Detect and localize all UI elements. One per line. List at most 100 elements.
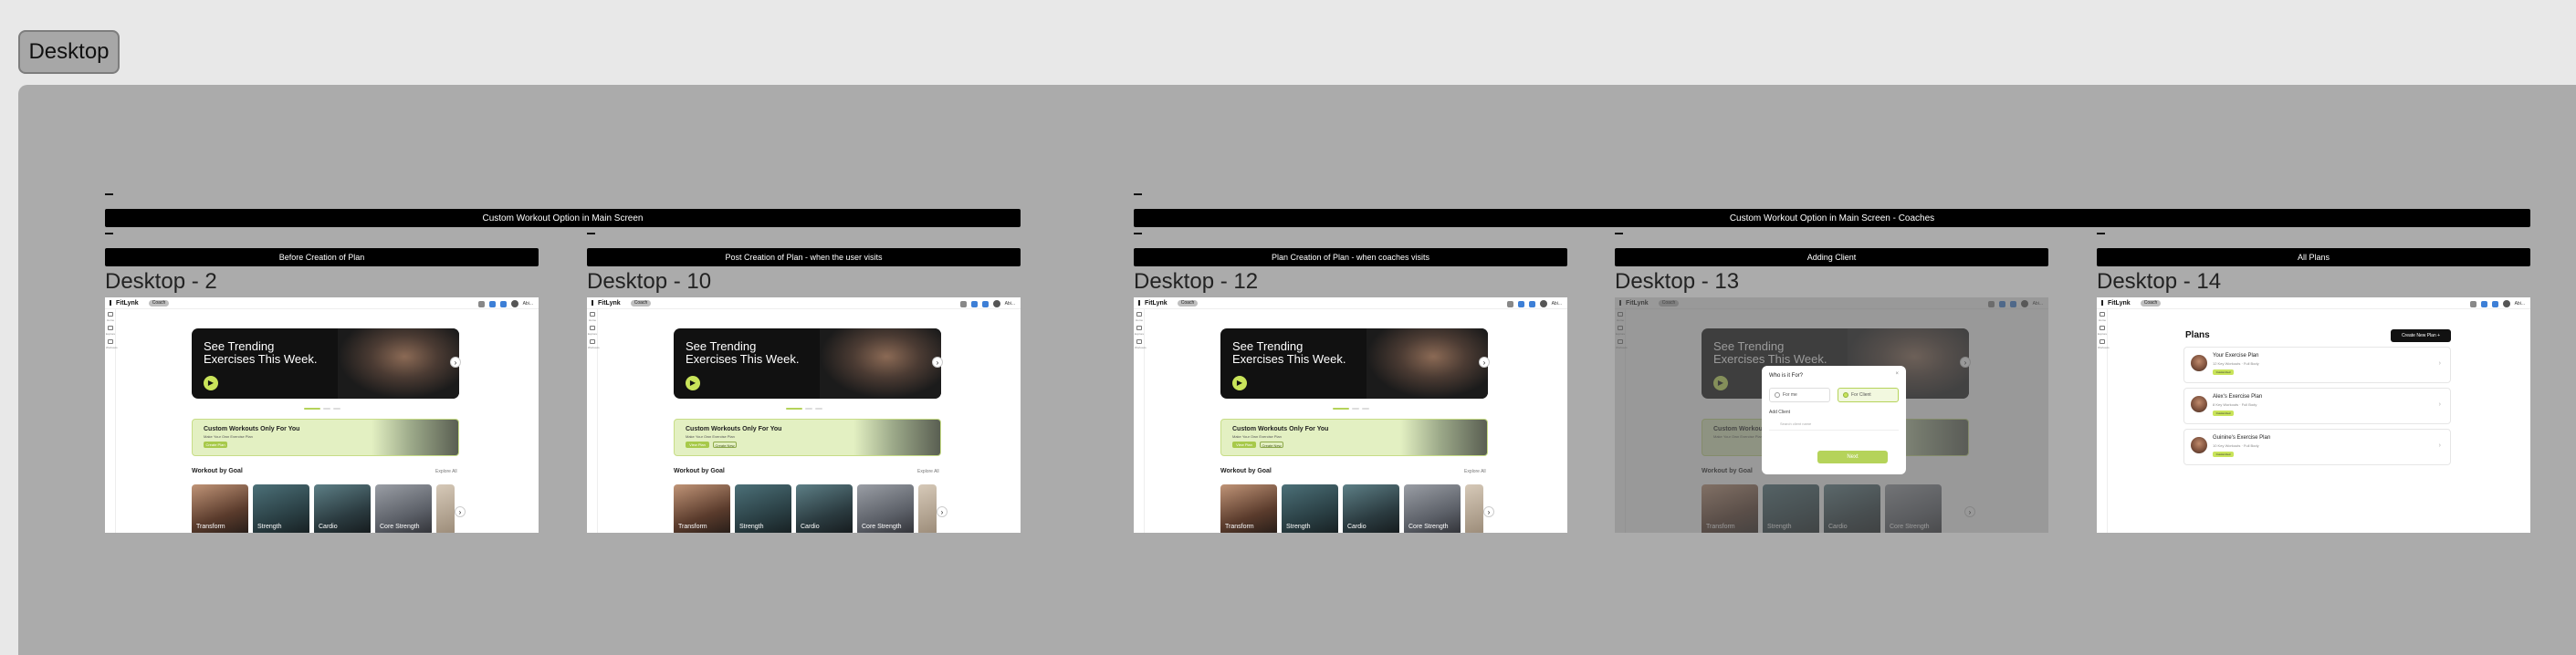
- option-for-client[interactable]: For Client: [1838, 388, 1899, 402]
- home-icon[interactable]: [1136, 312, 1142, 317]
- chat-icon[interactable]: [1517, 300, 1524, 307]
- app-logo[interactable]: FitLynk: [2101, 300, 2131, 307]
- coach-pill[interactable]: Coach: [1178, 300, 1198, 307]
- home-icon[interactable]: [108, 312, 113, 317]
- explore-all-link[interactable]: Explore All: [1464, 469, 1486, 474]
- carousel-dot[interactable]: [1352, 408, 1359, 410]
- chevron-right-icon[interactable]: ›: [937, 506, 948, 517]
- bell-icon[interactable]: [2469, 300, 2477, 307]
- app-logo[interactable]: FitLynk: [110, 300, 139, 307]
- chevron-right-icon[interactable]: ›: [455, 506, 466, 517]
- bell-icon[interactable]: [477, 300, 485, 307]
- dumbbell-icon[interactable]: [590, 339, 595, 344]
- bell-icon[interactable]: [959, 300, 967, 307]
- explore-all-link[interactable]: Explore All: [435, 469, 457, 474]
- plan-card[interactable]: Guinine's Exercise Plan 10 Key Workouts …: [2183, 429, 2451, 465]
- hero-banner[interactable]: See Trending Exercises This Week. ▶: [1220, 328, 1488, 399]
- dumbbell-icon[interactable]: [108, 339, 113, 344]
- chevron-right-icon[interactable]: ›: [2439, 360, 2441, 367]
- carousel-dot[interactable]: [1362, 408, 1369, 410]
- client-search-input[interactable]: Search client name: [1769, 418, 1899, 431]
- bell-icon[interactable]: [1506, 300, 1513, 307]
- view-plan-button[interactable]: View Plan: [686, 442, 709, 448]
- top-icons: Abi...: [959, 300, 1015, 307]
- goal-card[interactable]: [436, 484, 455, 533]
- dumbbell-icon[interactable]: [2100, 339, 2105, 344]
- coach-pill[interactable]: Coach: [149, 300, 169, 307]
- chevron-right-icon[interactable]: ›: [450, 357, 461, 368]
- goal-card[interactable]: Core Strength: [1404, 484, 1461, 533]
- search-icon[interactable]: [1136, 326, 1142, 330]
- option-for-me[interactable]: For me: [1769, 388, 1830, 402]
- plan-card[interactable]: Your Exercise Plan 12 Key Workouts · Ful…: [2183, 347, 2451, 383]
- hero-title: See Trending Exercises This Week.: [686, 339, 800, 367]
- app-logo[interactable]: FitLynk: [1138, 300, 1168, 307]
- create-plan-button[interactable]: Create Plan: [204, 442, 227, 448]
- dumbbell-icon[interactable]: [1136, 339, 1142, 344]
- goal-card[interactable]: Cardio: [1343, 484, 1399, 533]
- message-icon[interactable]: [2491, 300, 2498, 307]
- chat-icon[interactable]: [2480, 300, 2487, 307]
- goal-card[interactable]: Strength: [1282, 484, 1338, 533]
- chevron-right-icon[interactable]: ›: [932, 357, 943, 368]
- play-icon[interactable]: ▶: [204, 376, 218, 390]
- top-bar: FitLynk Coach Abi...: [1134, 297, 1567, 309]
- message-icon[interactable]: [499, 300, 507, 307]
- carousel-dot[interactable]: [323, 408, 330, 410]
- chat-icon[interactable]: [488, 300, 496, 307]
- goal-card[interactable]: [1465, 484, 1483, 533]
- search-icon[interactable]: [108, 326, 113, 330]
- carousel-dot[interactable]: [333, 408, 340, 410]
- goal-card[interactable]: Transform: [1220, 484, 1277, 533]
- hero-banner[interactable]: See Trending Exercises This Week. ▶: [192, 328, 459, 399]
- avatar[interactable]: [992, 300, 1000, 307]
- goal-card[interactable]: Transform: [674, 484, 730, 533]
- chevron-right-icon[interactable]: ›: [1483, 506, 1494, 517]
- goal-card[interactable]: Core Strength: [375, 484, 432, 533]
- carousel-dot[interactable]: [786, 408, 802, 410]
- chat-icon[interactable]: [970, 300, 978, 307]
- chevron-right-icon[interactable]: ›: [2439, 401, 2441, 408]
- play-icon[interactable]: ▶: [686, 376, 700, 390]
- carousel-dot[interactable]: [304, 408, 320, 410]
- page-label[interactable]: Desktop: [18, 30, 120, 74]
- create-new-button[interactable]: Create New: [1260, 442, 1283, 448]
- goal-card-label: Core Strength: [1408, 524, 1449, 530]
- create-plan-button[interactable]: Create New Plan +: [2391, 329, 2451, 342]
- explore-all-link[interactable]: Explore All: [917, 469, 939, 474]
- user-name: Abi...: [1551, 301, 1562, 307]
- avatar[interactable]: [510, 300, 518, 307]
- goal-card[interactable]: Transform: [192, 484, 248, 533]
- create-new-button[interactable]: Create New: [713, 442, 737, 448]
- chevron-right-icon[interactable]: ›: [1479, 357, 1490, 368]
- goal-card[interactable]: [918, 484, 937, 533]
- status-badge: Customized: [2213, 411, 2234, 416]
- coach-pill[interactable]: Coach: [2141, 300, 2161, 307]
- goal-card[interactable]: Strength: [735, 484, 791, 533]
- close-icon[interactable]: ×: [1895, 371, 1899, 377]
- play-icon[interactable]: ▶: [1232, 376, 1247, 390]
- carousel-dot[interactable]: [1333, 408, 1349, 410]
- home-icon[interactable]: [590, 312, 595, 317]
- carousel-dot[interactable]: [815, 408, 822, 410]
- hero-banner[interactable]: See Trending Exercises This Week. ▶: [674, 328, 941, 399]
- next-button[interactable]: Next: [1817, 451, 1888, 463]
- search-icon[interactable]: [590, 326, 595, 330]
- search-icon[interactable]: [2100, 326, 2105, 330]
- message-icon[interactable]: [1528, 300, 1535, 307]
- goal-card[interactable]: Core Strength: [857, 484, 914, 533]
- goal-card[interactable]: Cardio: [796, 484, 853, 533]
- avatar[interactable]: [1539, 300, 1547, 307]
- chevron-right-icon[interactable]: ›: [2439, 442, 2441, 449]
- app-logo[interactable]: FitLynk: [592, 300, 621, 307]
- view-plan-button[interactable]: View Plan: [1232, 442, 1256, 448]
- goal-card[interactable]: Cardio: [314, 484, 371, 533]
- message-icon[interactable]: [981, 300, 989, 307]
- carousel-dot[interactable]: [805, 408, 812, 410]
- home-icon[interactable]: [2100, 312, 2105, 317]
- goal-card[interactable]: Strength: [253, 484, 309, 533]
- coach-pill[interactable]: Coach: [631, 300, 651, 307]
- hero-image: [1367, 328, 1488, 399]
- plan-card[interactable]: Alex's Exercise Plan 8 Key Workouts · Fu…: [2183, 388, 2451, 424]
- avatar[interactable]: [2502, 300, 2510, 307]
